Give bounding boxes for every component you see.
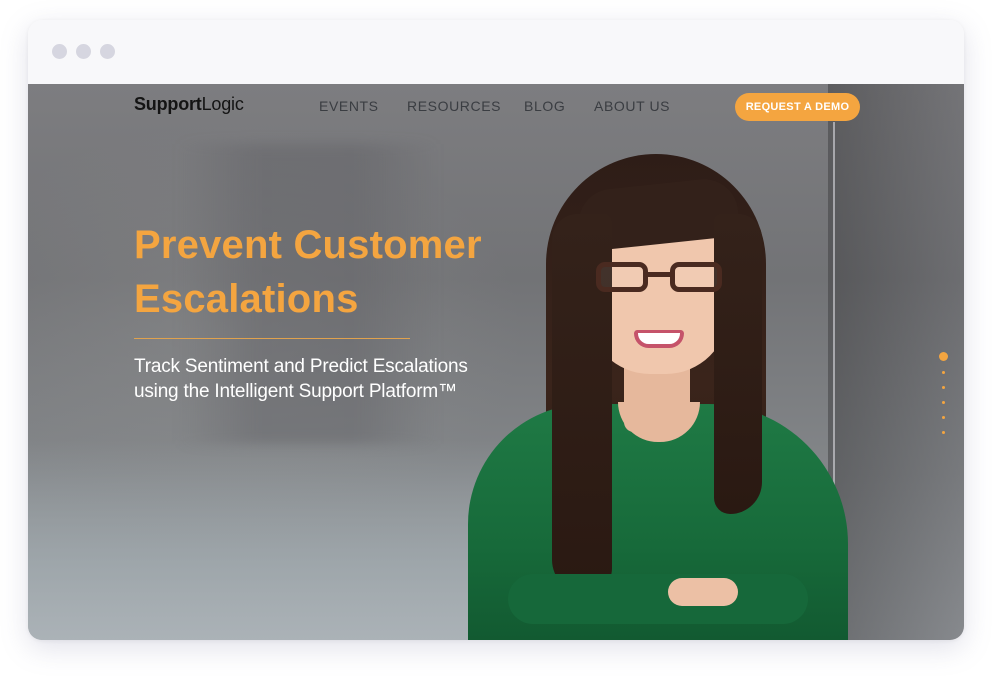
slide-dot[interactable]	[942, 401, 945, 404]
slide-pager	[938, 352, 950, 442]
slide-dot[interactable]	[942, 416, 945, 419]
logo-text-light: Logic	[201, 94, 244, 114]
browser-chrome	[28, 20, 964, 85]
headline-line-1: Prevent Customer	[134, 223, 482, 267]
slide-dot[interactable]	[942, 431, 945, 434]
slide-dot-active[interactable]	[939, 352, 948, 361]
hero-section: SupportLogic EVENTS RESOURCES BLOG ABOUT…	[28, 84, 964, 640]
nav-about-us[interactable]: ABOUT US	[594, 98, 670, 114]
subhead-line-2: using the Intelligent Support Platform™	[134, 381, 457, 402]
nav-blog[interactable]: BLOG	[524, 98, 565, 114]
headline-line-2: Escalations	[134, 277, 359, 321]
hero-subhead: Track Sentiment and Predict Escalations …	[134, 354, 554, 404]
nav-events[interactable]: EVENTS	[319, 98, 379, 114]
close-dot[interactable]	[52, 44, 67, 59]
slide-dot[interactable]	[942, 386, 945, 389]
nav-resources[interactable]: RESOURCES	[407, 98, 501, 114]
glasses	[596, 262, 724, 296]
maximize-dot[interactable]	[100, 44, 115, 59]
supportlogic-logo[interactable]: SupportLogic	[134, 94, 244, 120]
browser-window: SupportLogic EVENTS RESOURCES BLOG ABOUT…	[28, 20, 964, 640]
minimize-dot[interactable]	[76, 44, 91, 59]
hero-headline: Prevent Customer Escalations	[134, 218, 554, 326]
slide-dot[interactable]	[942, 371, 945, 374]
request-demo-button[interactable]: REQUEST A DEMO	[735, 93, 860, 121]
logo-text-bold: Support	[134, 94, 202, 114]
subhead-line-1: Track Sentiment and Predict Escalations	[134, 356, 468, 377]
headline-divider	[134, 338, 410, 339]
